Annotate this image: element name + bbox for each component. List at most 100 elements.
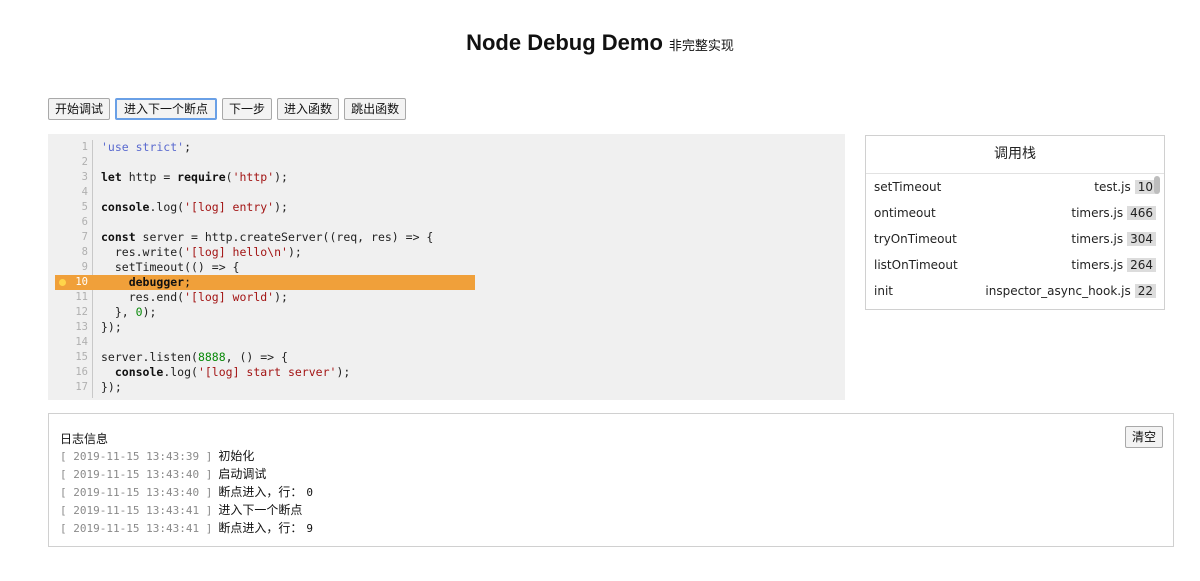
log-timestamp: [ 2019-11-15 13:43:41 ] — [60, 522, 213, 535]
frame-file: timers.js — [1071, 206, 1124, 220]
callstack-frame[interactable]: listOnTimeout timers.js 264 — [866, 252, 1164, 278]
line-number[interactable]: 10 — [48, 275, 88, 290]
log-line-number: 0 — [306, 486, 313, 499]
code-editor[interactable]: 1 'use strict'; 2 3 let http = require('http… — [48, 134, 845, 400]
line-number[interactable]: 16 — [48, 365, 88, 380]
log-title: 日志信息 — [60, 432, 109, 446]
log-timestamp: [ 2019-11-15 13:43:40 ] — [60, 468, 213, 481]
line-number[interactable]: 7 — [48, 230, 88, 245]
line-number[interactable]: 6 — [48, 215, 88, 230]
code-line: 2 — [48, 155, 845, 170]
code-line: 15 server.listen(8888, () => { — [48, 350, 845, 365]
code-text: }); — [101, 320, 122, 334]
frame-function: listOnTimeout — [874, 258, 958, 272]
log-list: [ 2019-11-15 13:43:39 ] 初始化[ 2019-11-15 1… — [60, 447, 313, 537]
code-text: res.end('[log] world'); — [101, 290, 288, 304]
callstack-scrollbar[interactable] — [1154, 176, 1160, 194]
step-into-button[interactable]: 进入函数 — [277, 98, 340, 120]
frame-line-badge: 22 — [1134, 284, 1156, 298]
frame-function: tryOnTimeout — [874, 232, 957, 246]
line-number[interactable]: 2 — [48, 155, 88, 170]
code-text: res.write('[log] hello\n'); — [101, 245, 302, 259]
log-panel: 日志信息 清空 [ 2019-11-15 13:43:39 ] 初始化[ 2019… — [48, 413, 1174, 547]
log-message: 断点进入，行： — [218, 485, 303, 499]
line-number[interactable]: 5 — [48, 200, 88, 215]
step-out-button[interactable]: 跳出函数 — [344, 98, 407, 120]
code-line: 5 console.log('[log] entry'); — [48, 200, 845, 215]
frame-line-badge: 264 — [1127, 258, 1156, 272]
line-number[interactable]: 8 — [48, 245, 88, 260]
callstack-frame[interactable]: ontimeout timers.js 466 — [866, 200, 1164, 226]
frame-function: init — [874, 284, 893, 298]
code-text: debugger; — [128, 275, 192, 289]
code-line: 17}); — [48, 380, 845, 395]
code-line: 7 const server = http.createServer((req, … — [48, 230, 845, 245]
frame-function: ontimeout — [874, 206, 936, 220]
code-line: 4 — [48, 185, 845, 200]
code-line: 9 setTimeout(() => { — [48, 260, 845, 275]
log-message: 启动调试 — [218, 467, 267, 481]
log-message: 断点进入，行： — [218, 521, 303, 535]
code-line: 8 res.write('[log] hello\n'); — [48, 245, 845, 260]
page-title: Node Debug Demo 非完整实现 — [0, 30, 1200, 56]
frame-line-badge: 304 — [1127, 232, 1156, 246]
clear-log-button[interactable]: 清空 — [1124, 426, 1163, 448]
code-line: 3 let http = require('http'); — [48, 170, 845, 185]
log-line-number: 9 — [306, 522, 313, 535]
code-line: 11 res.end('[log] world'); — [48, 290, 845, 305]
frame-file: timers.js — [1071, 232, 1124, 246]
code-text: const server = http.createServer((req, r… — [101, 230, 434, 244]
callstack-frame[interactable]: tryOnTimeout timers.js 304 — [866, 226, 1164, 252]
callstack-title: 调用栈 — [866, 136, 1164, 174]
callstack-list: setTimeout test.js 10 ontimeout timers.js 466… — [866, 174, 1164, 304]
code-text: 'use strict'; — [101, 140, 192, 154]
code-line: 13}); — [48, 320, 845, 335]
next-breakpoint-button[interactable]: 进入下一个断点 — [115, 98, 218, 120]
log-message: 进入下一个断点 — [218, 503, 303, 517]
start-debug-button[interactable]: 开始调试 — [48, 98, 111, 120]
step-over-button[interactable]: 下一步 — [222, 98, 273, 120]
log-timestamp: [ 2019-11-15 13:43:40 ] — [60, 486, 213, 499]
frame-line-badge: 466 — [1127, 206, 1156, 220]
line-number[interactable]: 12 — [48, 305, 88, 320]
frame-file: timers.js — [1071, 258, 1124, 272]
log-entry: [ 2019-11-15 13:43:40 ] 启动调试 — [60, 465, 313, 483]
line-number[interactable]: 4 — [48, 185, 88, 200]
code-text: }, 0); — [101, 305, 157, 319]
callstack-frame[interactable]: init inspector_async_hook.js 22 — [866, 278, 1164, 304]
callstack-frame[interactable]: setTimeout test.js 10 — [866, 174, 1164, 200]
debug-toolbar: 开始调试 进入下一个断点 下一步 进入函数 跳出函数 — [48, 98, 407, 120]
code-line: 1 'use strict'; — [48, 140, 845, 155]
log-message: 初始化 — [218, 449, 255, 463]
code-text: console.log('[log] entry'); — [101, 200, 288, 214]
line-number[interactable]: 13 — [48, 320, 88, 335]
code-text: console.log('[log] start server'); — [114, 365, 351, 379]
code-text: server.listen(8888, () => { — [101, 350, 288, 364]
log-timestamp: [ 2019-11-15 13:43:41 ] — [60, 504, 213, 517]
code-line: 6 — [48, 215, 845, 230]
line-number[interactable]: 9 — [48, 260, 88, 275]
log-entry: [ 2019-11-15 13:43:41 ] 进入下一个断点 — [60, 501, 313, 519]
log-entry: [ 2019-11-15 13:43:40 ] 断点进入，行： 0 — [60, 483, 313, 501]
code-line-current: 10 debugger; — [48, 275, 845, 290]
code-text: }); — [101, 380, 122, 394]
code-line: 16 console.log('[log] start server'); — [48, 365, 845, 380]
frame-line-badge: 10 — [1134, 180, 1156, 194]
log-entry: [ 2019-11-15 13:43:41 ] 断点进入，行： 9 — [60, 519, 313, 537]
log-entry: [ 2019-11-15 13:43:39 ] 初始化 — [60, 447, 313, 465]
line-number[interactable]: 14 — [48, 335, 88, 350]
code-text: let http = require('http'); — [101, 170, 288, 184]
code-line: 12 }, 0); — [48, 305, 845, 320]
log-timestamp: [ 2019-11-15 13:43:39 ] — [60, 450, 213, 463]
code-text: setTimeout(() => { — [101, 260, 240, 274]
frame-function: setTimeout — [874, 180, 942, 194]
line-number[interactable]: 15 — [48, 350, 88, 365]
callstack-panel: 调用栈 setTimeout test.js 10 ontimeout timers.j… — [865, 135, 1165, 310]
code-line: 14 — [48, 335, 845, 350]
line-number[interactable]: 3 — [48, 170, 88, 185]
line-number[interactable]: 17 — [48, 380, 88, 395]
title-main: Node Debug Demo — [466, 30, 663, 55]
line-number[interactable]: 11 — [48, 290, 88, 305]
frame-file: test.js — [1094, 180, 1131, 194]
line-number[interactable]: 1 — [48, 140, 88, 155]
